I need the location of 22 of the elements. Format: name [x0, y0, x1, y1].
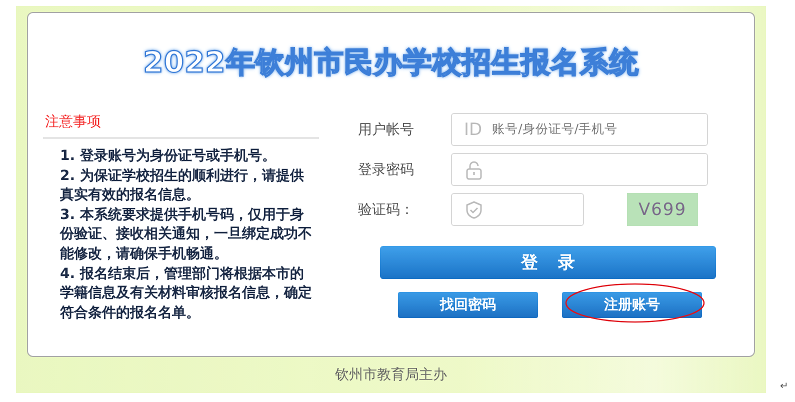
note-item: 2. 为保证学校招生的顺利进行，请提供真实有效的报名信息。: [60, 166, 305, 206]
shield-check-icon: [464, 200, 484, 220]
system-title: 2022年钦州市民办学校招生报名系统: [143, 44, 639, 81]
placeholder-text: 账号/身份证号/手机号: [492, 121, 618, 138]
recover-password-button[interactable]: 找回密码: [398, 292, 538, 318]
password-field[interactable]: [451, 153, 708, 186]
captcha-image[interactable]: V699: [627, 193, 698, 226]
note-item: 3. 本系统要求提供手机号码，仅用于身份验证、接收相关通知，一旦绑定成功不能修改，请确保手机畅通。: [60, 206, 312, 264]
field-label: 登录密码: [358, 160, 415, 178]
field-label: 验证码：: [358, 200, 415, 218]
login-button[interactable]: 登 录: [380, 246, 716, 279]
id-label: ID: [464, 120, 482, 140]
paragraph-mark: ↵: [780, 381, 788, 393]
note-item: 4. 报名结束后，管理部门将根据本市的学籍信息及有关材料审核报名信息，确定符合条件的报名名单。: [60, 264, 312, 323]
account-field[interactable]: ID 账号/身份证号/手机号: [451, 113, 708, 146]
note-item: 1. 登录账号为身份证号或手机号。: [60, 147, 277, 166]
lock-icon: [464, 160, 484, 180]
register-button[interactable]: 注册账号: [562, 292, 702, 318]
field-label: 用户帐号: [358, 120, 415, 138]
notes-heading: 注意事项: [43, 113, 319, 139]
captcha-field[interactable]: [451, 193, 584, 226]
footer-text: 钦州市教育局主办: [334, 366, 448, 385]
